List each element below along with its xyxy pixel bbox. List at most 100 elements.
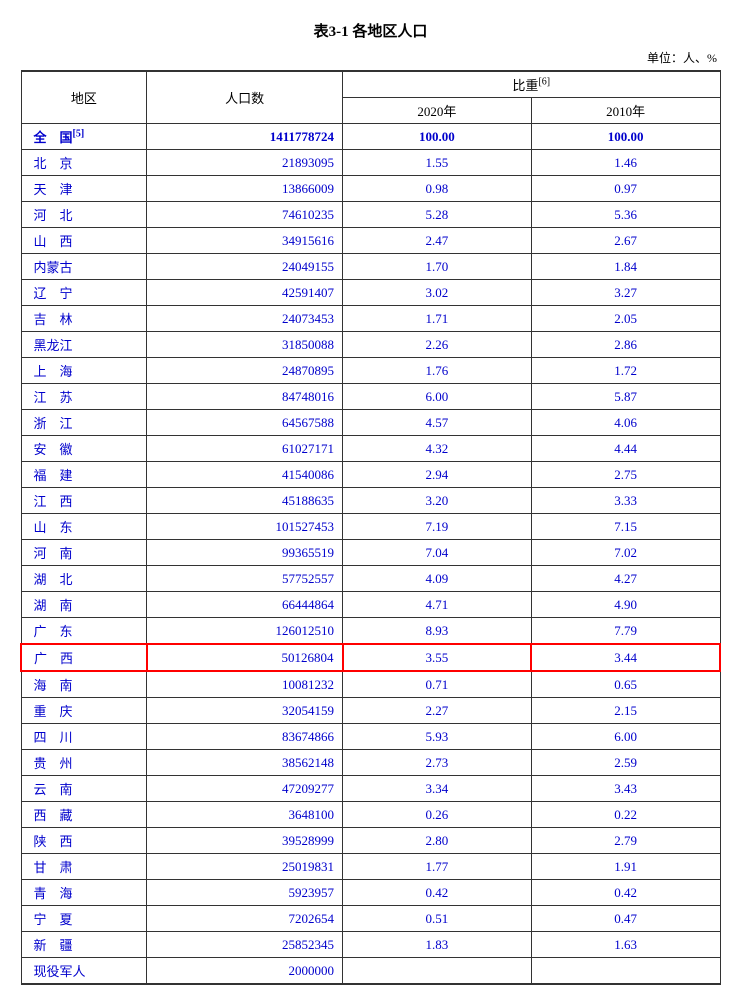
cell-2010: 4.27	[531, 566, 720, 592]
table-row: 山 西349156162.472.67	[21, 228, 720, 254]
cell-region: 江 西	[21, 488, 147, 514]
cell-2010: 0.47	[531, 906, 720, 932]
cell-2010: 0.22	[531, 802, 720, 828]
cell-region: 北 京	[21, 150, 147, 176]
cell-2010: 5.87	[531, 384, 720, 410]
cell-2010: 6.00	[531, 724, 720, 750]
cell-2020: 1.55	[343, 150, 532, 176]
cell-2010: 1.46	[531, 150, 720, 176]
cell-2020: 0.26	[343, 802, 532, 828]
table-row: 西 藏36481000.260.22	[21, 802, 720, 828]
cell-region: 广 西	[21, 644, 147, 671]
cell-population: 74610235	[147, 202, 343, 228]
cell-region: 重 庆	[21, 698, 147, 724]
cell-population: 32054159	[147, 698, 343, 724]
cell-population: 61027171	[147, 436, 343, 462]
cell-2020: 2.80	[343, 828, 532, 854]
cell-2010: 1.84	[531, 254, 720, 280]
cell-2020: 2.94	[343, 462, 532, 488]
cell-population: 42591407	[147, 280, 343, 306]
cell-2010: 3.44	[531, 644, 720, 671]
table-row: 天 津138660090.980.97	[21, 176, 720, 202]
table-row: 云 南472092773.343.43	[21, 776, 720, 802]
col-header-2020: 2020年	[343, 98, 532, 124]
cell-2020: 7.04	[343, 540, 532, 566]
cell-region: 湖 南	[21, 592, 147, 618]
cell-population: 13866009	[147, 176, 343, 202]
cell-2020: 1.76	[343, 358, 532, 384]
cell-region: 云 南	[21, 776, 147, 802]
cell-region: 浙 江	[21, 410, 147, 436]
table-row: 吉 林240734531.712.05	[21, 306, 720, 332]
table-row: 湖 南664448644.714.90	[21, 592, 720, 618]
cell-2020: 1.77	[343, 854, 532, 880]
cell-2020: 0.51	[343, 906, 532, 932]
cell-population: 24073453	[147, 306, 343, 332]
cell-2020: 100.00	[343, 124, 532, 150]
table-row: 河 南993655197.047.02	[21, 540, 720, 566]
cell-2010: 1.91	[531, 854, 720, 880]
table-row: 新 疆258523451.831.63	[21, 932, 720, 958]
cell-region: 西 藏	[21, 802, 147, 828]
cell-2020: 2.27	[343, 698, 532, 724]
cell-population: 34915616	[147, 228, 343, 254]
table-row: 贵 州385621482.732.59	[21, 750, 720, 776]
table-row: 广 东1260125108.937.79	[21, 618, 720, 645]
cell-2020: 4.57	[343, 410, 532, 436]
cell-population: 41540086	[147, 462, 343, 488]
cell-region: 山 东	[21, 514, 147, 540]
col-header-ratio: 比重[6]	[343, 71, 720, 98]
cell-region: 贵 州	[21, 750, 147, 776]
cell-2010: 3.27	[531, 280, 720, 306]
cell-2020: 1.83	[343, 932, 532, 958]
cell-population: 64567588	[147, 410, 343, 436]
cell-region: 辽 宁	[21, 280, 147, 306]
cell-2010: 4.06	[531, 410, 720, 436]
population-table: 地区 人口数 比重[6] 2020年 2010年 全 国[5]141177872…	[20, 70, 721, 985]
cell-2010: 2.59	[531, 750, 720, 776]
cell-region: 福 建	[21, 462, 147, 488]
cell-population: 31850088	[147, 332, 343, 358]
table-row: 海 南100812320.710.65	[21, 671, 720, 698]
cell-population: 5923957	[147, 880, 343, 906]
table-row: 福 建415400862.942.75	[21, 462, 720, 488]
cell-region: 河 南	[21, 540, 147, 566]
cell-population: 47209277	[147, 776, 343, 802]
cell-2020: 3.02	[343, 280, 532, 306]
cell-2020: 8.93	[343, 618, 532, 645]
table-row: 广 西501268043.553.44	[21, 644, 720, 671]
cell-2020: 4.71	[343, 592, 532, 618]
cell-region: 吉 林	[21, 306, 147, 332]
cell-2010: 0.65	[531, 671, 720, 698]
cell-population: 57752557	[147, 566, 343, 592]
cell-population: 3648100	[147, 802, 343, 828]
table-row: 上 海248708951.761.72	[21, 358, 720, 384]
cell-2020: 5.28	[343, 202, 532, 228]
table-row: 宁 夏72026540.510.47	[21, 906, 720, 932]
cell-2010: 7.02	[531, 540, 720, 566]
cell-2020: 3.34	[343, 776, 532, 802]
cell-2010: 0.97	[531, 176, 720, 202]
col-header-population: 人口数	[147, 71, 343, 124]
cell-2010: 7.15	[531, 514, 720, 540]
cell-2020: 0.98	[343, 176, 532, 202]
cell-population: 66444864	[147, 592, 343, 618]
table-row: 浙 江645675884.574.06	[21, 410, 720, 436]
cell-population: 10081232	[147, 671, 343, 698]
cell-population: 83674866	[147, 724, 343, 750]
cell-population: 21893095	[147, 150, 343, 176]
cell-population: 84748016	[147, 384, 343, 410]
table-row: 陕 西395289992.802.79	[21, 828, 720, 854]
table-row: 江 西451886353.203.33	[21, 488, 720, 514]
cell-2020: 3.20	[343, 488, 532, 514]
col-header-region: 地区	[21, 71, 147, 124]
table-row: 青 海59239570.420.42	[21, 880, 720, 906]
table-row: 湖 北577525574.094.27	[21, 566, 720, 592]
table-row: 四 川836748665.936.00	[21, 724, 720, 750]
cell-population: 50126804	[147, 644, 343, 671]
cell-2020: 3.55	[343, 644, 532, 671]
cell-population: 7202654	[147, 906, 343, 932]
cell-region: 江 苏	[21, 384, 147, 410]
cell-2020: 7.19	[343, 514, 532, 540]
cell-2020: 1.71	[343, 306, 532, 332]
